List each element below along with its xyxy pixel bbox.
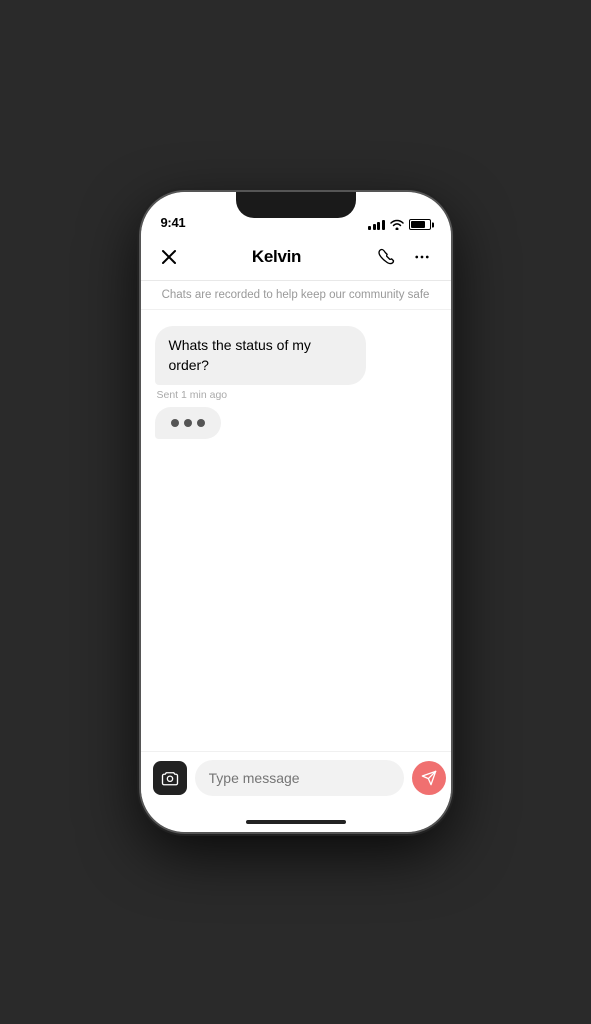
screen: 9:41 [141, 192, 451, 832]
chat-header: Kelvin [141, 236, 451, 281]
phone-shell: 9:41 [141, 192, 451, 832]
more-options-button[interactable] [409, 244, 435, 270]
message-input[interactable] [209, 770, 390, 786]
chat-area: Whats the status of my order? Sent 1 min… [141, 310, 451, 751]
chat-title: Kelvin [252, 247, 301, 267]
typing-dot-2 [184, 419, 192, 427]
notch [236, 192, 356, 218]
status-icons [368, 219, 431, 230]
message-bubble-sent: Whats the status of my order? Sent 1 min… [155, 326, 367, 401]
input-bar [141, 751, 451, 812]
send-button[interactable] [412, 761, 446, 795]
camera-button[interactable] [153, 761, 187, 795]
home-bar [246, 820, 346, 824]
signal-icon [368, 220, 385, 230]
battery-icon [409, 219, 431, 230]
wifi-icon [390, 220, 404, 230]
call-button[interactable] [373, 244, 399, 270]
message-timestamp: Sent 1 min ago [155, 389, 367, 401]
status-time: 9:41 [161, 215, 186, 230]
safety-notice: Chats are recorded to help keep our comm… [141, 281, 451, 310]
close-button[interactable] [157, 245, 181, 269]
typing-dot-3 [197, 419, 205, 427]
typing-dot-1 [171, 419, 179, 427]
message-text: Whats the status of my order? [155, 326, 367, 385]
typing-indicator [155, 407, 221, 439]
home-indicator [141, 812, 451, 832]
message-input-container [195, 760, 404, 796]
